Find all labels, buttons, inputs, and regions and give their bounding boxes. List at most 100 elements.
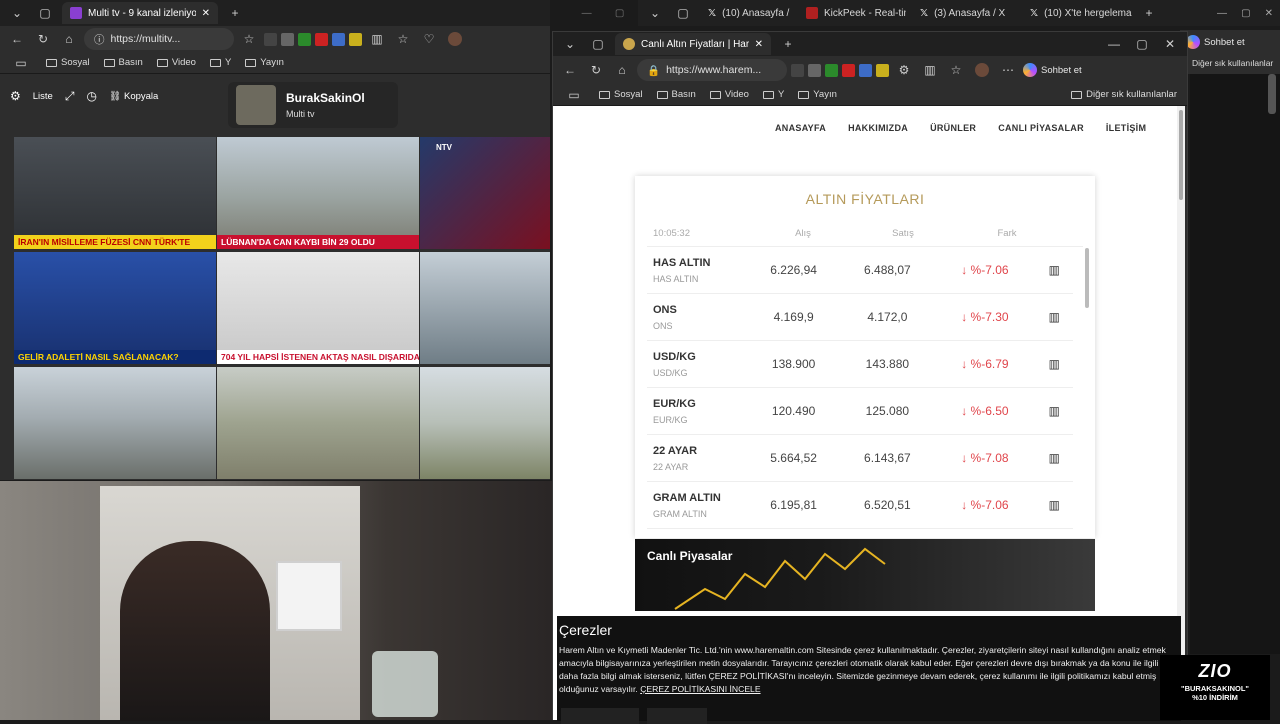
table-row[interactable]: GRAM ALTIN GRAM ALTIN 6.195,81 6.520,51 ↓… xyxy=(647,482,1073,529)
table-row[interactable]: HAS ALTIN HAS ALTIN 6.226,94 6.488,07 ↓ %… xyxy=(647,247,1073,294)
nav-urunler[interactable]: ÜRÜNLER xyxy=(930,123,976,133)
split-screen-icon[interactable]: ▥ xyxy=(919,59,941,81)
video-tile[interactable]: GELİR ADALETİ NASIL SAĞLANACAK? xyxy=(14,252,216,364)
minimize-icon[interactable]: — xyxy=(582,8,592,19)
tab-harem-altin[interactable]: Canlı Altın Fiyatları | Harem Altın ✕ xyxy=(615,33,771,55)
favorites-icon[interactable]: ☆ xyxy=(945,59,967,81)
extension-icon[interactable] xyxy=(842,63,855,77)
new-tab-icon[interactable]: + xyxy=(1138,2,1160,24)
table-row[interactable]: EUR/KG EUR/KG 120.490 125.080 ↓ %-6.50 ▥ xyxy=(647,388,1073,435)
video-tile[interactable] xyxy=(420,252,550,364)
close-tab-icon[interactable]: ✕ xyxy=(202,8,210,19)
close-window-icon[interactable]: ✕ xyxy=(1159,33,1181,55)
back-icon[interactable]: ← xyxy=(559,59,581,81)
chat-button[interactable]: Sohbet et xyxy=(1204,37,1245,48)
new-tab-icon[interactable]: + xyxy=(224,2,246,24)
profile-avatar[interactable] xyxy=(444,28,466,50)
nav-canli-piyasalar[interactable]: CANLI PİYASALAR xyxy=(998,123,1084,133)
minimize-icon[interactable]: — xyxy=(1103,33,1125,55)
chart-icon[interactable]: ▥ xyxy=(1036,451,1074,465)
refresh-icon[interactable]: ↻ xyxy=(585,59,607,81)
chart-icon[interactable]: ▥ xyxy=(1036,357,1074,371)
home-icon[interactable]: ⌂ xyxy=(58,28,80,50)
chat-button[interactable]: Sohbet et xyxy=(1041,65,1082,76)
extension-icon[interactable] xyxy=(349,32,362,46)
home-icon[interactable]: ⌂ xyxy=(611,59,633,81)
split-screen-icon[interactable]: ▥ xyxy=(366,28,388,50)
star-icon[interactable]: ☆ xyxy=(238,28,260,50)
reading-icon[interactable]: ▭ xyxy=(563,84,585,106)
table-scrollbar[interactable] xyxy=(1085,248,1089,308)
new-tab-icon[interactable]: + xyxy=(777,33,799,55)
bookmark-basin[interactable]: Basın xyxy=(103,57,143,68)
cookie-policy-link[interactable]: ÇEREZ POLİTİKASINI İNCELE xyxy=(640,684,760,694)
close-window-icon[interactable]: ✕ xyxy=(1265,8,1273,19)
more-icon[interactable]: ⋯ xyxy=(997,59,1019,81)
bookmark-y[interactable]: Y xyxy=(762,89,784,100)
bookmark-basin[interactable]: Basın xyxy=(656,89,696,100)
channel-card[interactable]: BurakSakinOl Multi tv xyxy=(228,82,398,128)
live-markets-banner[interactable]: Canlı Piyasalar xyxy=(635,539,1095,611)
nav-iletisim[interactable]: İLETİŞİM xyxy=(1106,123,1146,133)
extension-icon[interactable] xyxy=(859,63,872,77)
table-row[interactable]: USD/KG USD/KG 138.900 143.880 ↓ %-6.79 ▥ xyxy=(647,341,1073,388)
extension-icon[interactable] xyxy=(791,63,804,77)
bookmark-video[interactable]: Video xyxy=(156,57,196,68)
video-tile[interactable]: NTV xyxy=(420,137,550,249)
background-scrollbar[interactable] xyxy=(1268,74,1276,114)
nav-anasayfa[interactable]: ANASAYFA xyxy=(775,123,826,133)
copy-button[interactable]: ⛓ Kopyala xyxy=(109,91,158,102)
settings-icon[interactable]: ⚙ xyxy=(10,89,21,103)
nav-hakkimizda[interactable]: HAKKIMIZDA xyxy=(848,123,908,133)
tab-actions-icon[interactable]: ⌄ xyxy=(559,33,581,55)
table-row[interactable]: 22 AYAR 22 AYAR 5.664,52 6.143,67 ↓ %-7.0… xyxy=(647,435,1073,482)
page-scrollbar-thumb[interactable] xyxy=(1179,110,1183,200)
chart-icon[interactable]: ▥ xyxy=(1036,310,1074,324)
workspaces-icon[interactable]: ▢ xyxy=(34,2,56,24)
video-tile[interactable]: İRAN'IN MİSİLLEME FÜZESİ CNN TÜRK'TE xyxy=(14,137,216,249)
refresh-icon[interactable]: ↻ xyxy=(32,28,54,50)
extension-icon[interactable] xyxy=(281,32,294,46)
video-tile[interactable] xyxy=(420,367,550,479)
tab-actions-icon[interactable]: ⌄ xyxy=(644,2,666,24)
cookie-button-reject[interactable] xyxy=(647,708,707,724)
profile-avatar[interactable] xyxy=(971,59,993,81)
close-tab-icon[interactable]: ✕ xyxy=(755,39,763,50)
collections-icon[interactable]: ♡ xyxy=(418,28,440,50)
tab-kickpeek[interactable]: KickPeek - Real-time xyxy=(798,2,906,24)
back-icon[interactable]: ← xyxy=(6,28,28,50)
bookmark-video[interactable]: Video xyxy=(709,89,749,100)
bookmark-sosyal[interactable]: Sosyal xyxy=(46,57,90,68)
tab-x-home-2[interactable]: 𝕏 (3) Anasayfa / X xyxy=(912,2,1016,24)
maximize-icon[interactable]: ▢ xyxy=(1131,33,1153,55)
address-bar[interactable]: ⓘ https://multitv... xyxy=(84,28,234,50)
chart-icon[interactable]: ▥ xyxy=(1036,404,1074,418)
extension-icon[interactable] xyxy=(876,63,889,77)
timer-icon[interactable]: ◷ xyxy=(86,89,96,103)
bookmark-yayin[interactable]: Yayın xyxy=(245,57,284,68)
favorites-icon[interactable]: ☆ xyxy=(392,28,414,50)
extension-icon[interactable] xyxy=(264,32,277,46)
video-tile[interactable]: LÜBNAN'DA CAN KAYBI BİN 29 OLDU xyxy=(217,137,419,249)
tab-x-profile[interactable]: 𝕏 (10) X'te hergeleman xyxy=(1022,2,1132,24)
maximize-icon[interactable]: ▢ xyxy=(615,8,624,19)
copilot-icon[interactable] xyxy=(1023,63,1037,77)
extensions-icon[interactable]: ⚙ xyxy=(893,59,915,81)
workspaces-icon[interactable]: ▢ xyxy=(587,33,609,55)
tab-multitv[interactable]: Multi tv - 9 kanal izleniyor ✕ xyxy=(62,2,218,24)
extension-icon[interactable] xyxy=(825,63,838,77)
copilot-icon[interactable] xyxy=(1186,35,1200,49)
fullscreen-icon[interactable]: ⤢ xyxy=(65,89,75,104)
video-tile[interactable] xyxy=(217,367,419,479)
bookmark-y[interactable]: Y xyxy=(209,57,231,68)
address-bar[interactable]: 🔒 https://www.harem... xyxy=(637,59,787,81)
cookie-button-accept[interactable] xyxy=(561,708,639,724)
minimize-icon[interactable]: — xyxy=(1217,8,1227,19)
video-tile[interactable] xyxy=(14,367,216,479)
extension-icon[interactable] xyxy=(315,32,328,46)
maximize-icon[interactable]: ▢ xyxy=(1241,8,1250,19)
workspaces-icon[interactable]: ▢ xyxy=(672,2,694,24)
chart-icon[interactable]: ▥ xyxy=(1036,263,1074,277)
chart-icon[interactable]: ▥ xyxy=(1036,498,1074,512)
bookmark-yayin[interactable]: Yayın xyxy=(798,89,837,100)
